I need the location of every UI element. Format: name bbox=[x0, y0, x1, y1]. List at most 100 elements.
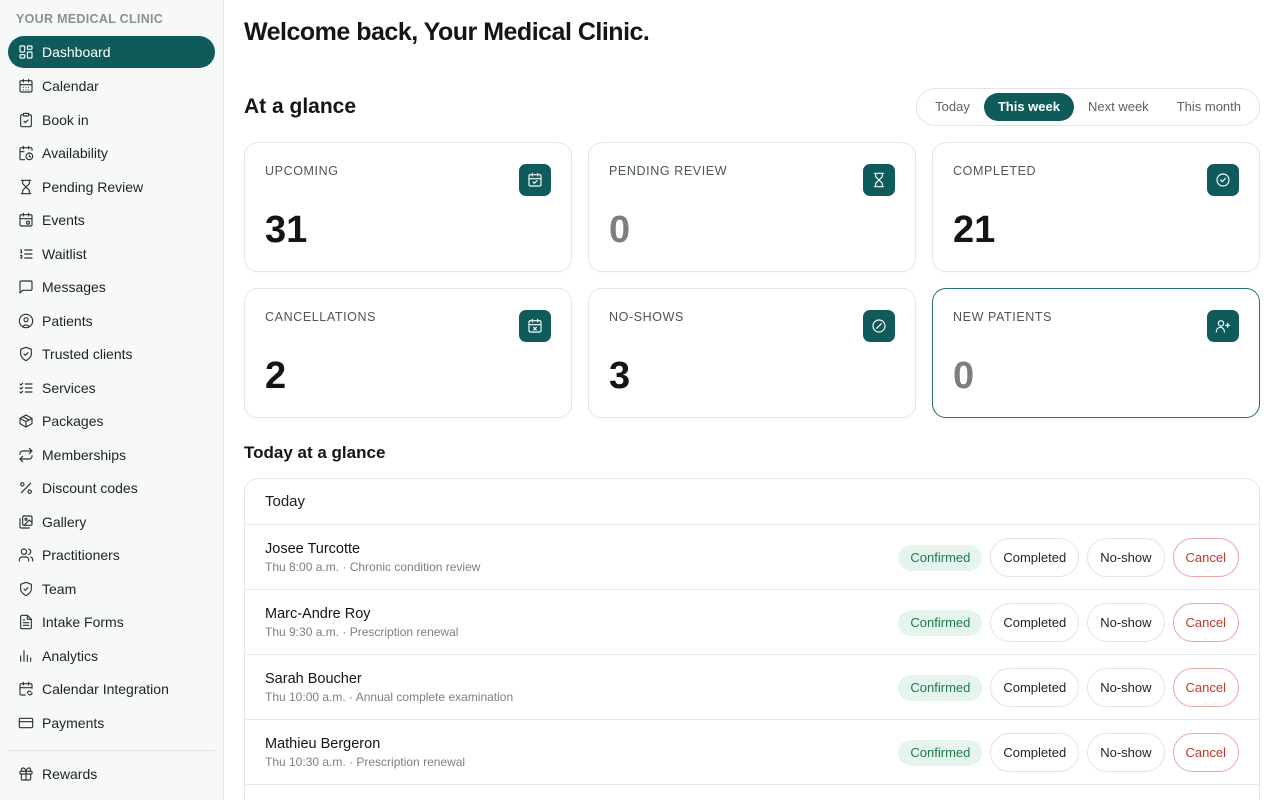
sidebar-item-label: Practitioners bbox=[42, 547, 120, 564]
sidebar-item-availability[interactable]: Availability bbox=[8, 137, 215, 171]
no-show-button[interactable]: No-show bbox=[1087, 668, 1165, 707]
stat-card-value: 0 bbox=[953, 355, 975, 397]
period-this-week[interactable]: This week bbox=[983, 93, 1074, 121]
stat-card-value: 2 bbox=[265, 355, 287, 397]
cancel-button[interactable]: Cancel bbox=[1172, 538, 1239, 577]
stat-card-icon bbox=[863, 310, 895, 342]
sidebar-item-rewards[interactable]: Rewards bbox=[8, 758, 215, 792]
calendar-event-icon bbox=[19, 213, 33, 227]
sidebar-item-label: Intake Forms bbox=[42, 614, 124, 631]
no-show-button[interactable]: No-show bbox=[1087, 603, 1165, 642]
at-a-glance-heading: At a glance bbox=[244, 95, 357, 118]
calendar-x-icon bbox=[528, 318, 542, 333]
stat-card-completed[interactable]: COMPLETED 21 bbox=[932, 142, 1260, 272]
gift-icon bbox=[19, 767, 33, 781]
hourglass-icon bbox=[873, 172, 885, 188]
hourglass-icon bbox=[20, 179, 32, 194]
sidebar-item-analytics[interactable]: Analytics bbox=[8, 639, 215, 673]
patient-name[interactable]: Marc-Andre Roy bbox=[265, 606, 371, 622]
patient-name[interactable]: Mathieu Bergeron bbox=[265, 736, 380, 752]
sidebar-item-dashboard[interactable]: Dashboard bbox=[8, 36, 215, 68]
cancel-button[interactable]: Cancel bbox=[1172, 603, 1239, 642]
sidebar-item-label: Messages bbox=[42, 279, 106, 296]
stat-card-label: NO-SHOWS bbox=[609, 310, 684, 324]
sidebar-item-memberships[interactable]: Memberships bbox=[8, 438, 215, 472]
completed-button[interactable]: Completed bbox=[990, 603, 1080, 642]
sidebar-item-payments[interactable]: Payments bbox=[8, 706, 215, 740]
stat-card-value: 21 bbox=[953, 209, 996, 251]
no-show-button[interactable]: No-show bbox=[1087, 733, 1165, 772]
sidebar-nav: Dashboard Calendar Book in Availability Pend… bbox=[0, 36, 223, 740]
table-row: Mathieu Bergeron Thu 10:30 a.m. · Prescri… bbox=[245, 720, 1259, 785]
sidebar-item-label: Memberships bbox=[42, 446, 127, 463]
sidebar-item-patients[interactable]: Patients bbox=[8, 304, 215, 338]
sidebar-item-trusted-clients[interactable]: Trusted clients bbox=[8, 338, 215, 372]
table-row: Marc-Andre Roy Thu 9:30 a.m. · Prescripti… bbox=[245, 590, 1259, 655]
sidebar-item-messages[interactable]: Messages bbox=[8, 271, 215, 305]
sidebar-item-packages[interactable]: Packages bbox=[8, 405, 215, 439]
period-next-week[interactable]: Next week bbox=[1074, 93, 1163, 121]
sidebar-item-label: Analytics bbox=[42, 647, 99, 664]
sidebar-item-events[interactable]: Events bbox=[8, 204, 215, 238]
cancel-button[interactable]: Cancel bbox=[1172, 668, 1239, 707]
sidebar-item-label: Waitlist bbox=[42, 245, 87, 262]
stat-card-icon bbox=[519, 164, 551, 196]
appointment-detail: Thu 10:00 a.m. · Annual complete examina… bbox=[265, 690, 514, 704]
appointment-detail: Thu 10:30 a.m. · Prescription renewal bbox=[265, 755, 466, 769]
user-circle-icon bbox=[18, 313, 34, 328]
bar-chart-icon bbox=[20, 649, 32, 662]
stat-card-pending-review[interactable]: PENDING REVIEW 0 bbox=[588, 142, 916, 272]
patient-name[interactable]: Josee Turcotte bbox=[265, 541, 360, 557]
sidebar-item-book-in[interactable]: Book in bbox=[8, 103, 215, 137]
stat-card-cancellations[interactable]: CANCELLATIONS 2 bbox=[244, 288, 572, 418]
stat-card-new-patients[interactable]: NEW PATIENTS 0 bbox=[932, 288, 1260, 418]
sidebar-divider bbox=[8, 749, 215, 751]
period-this-month[interactable]: This month bbox=[1163, 93, 1255, 121]
sidebar-item-pending-review[interactable]: Pending Review bbox=[8, 170, 215, 204]
package-icon bbox=[19, 414, 33, 428]
cancel-button[interactable]: Cancel bbox=[1172, 733, 1239, 772]
today-heading: Today at a glance bbox=[244, 443, 386, 462]
sidebar-item-practitioners[interactable]: Practitioners bbox=[8, 539, 215, 573]
user-plus-icon bbox=[1215, 320, 1231, 333]
row-actions: Confirmed Completed No-show Cancel bbox=[898, 668, 1239, 707]
calendar-sync-icon bbox=[19, 682, 33, 696]
org-name: YOUR MEDICAL CLINIC bbox=[16, 12, 164, 26]
sidebar-item-team[interactable]: Team bbox=[8, 572, 215, 606]
sidebar-item-calendar[interactable]: Calendar bbox=[8, 70, 215, 104]
stat-card-no-shows[interactable]: NO-SHOWS 3 bbox=[588, 288, 916, 418]
sidebar-item-waitlist[interactable]: Waitlist bbox=[8, 237, 215, 271]
sidebar-item-intake-forms[interactable]: Intake Forms bbox=[8, 606, 215, 640]
percent-icon bbox=[20, 482, 32, 495]
calendar-clock-icon bbox=[19, 146, 34, 161]
stat-card-label: CANCELLATIONS bbox=[265, 310, 377, 324]
period-today[interactable]: Today bbox=[921, 93, 984, 121]
users-icon bbox=[18, 548, 34, 562]
stat-card-value: 0 bbox=[609, 209, 631, 251]
patient-name[interactable]: Sarah Boucher bbox=[265, 671, 362, 687]
table-row: Sarah Boucher Thu 10:00 a.m. · Annual com… bbox=[245, 655, 1259, 720]
row-actions: Confirmed Completed No-show Cancel bbox=[898, 603, 1239, 642]
sidebar-item-services[interactable]: Services bbox=[8, 371, 215, 405]
completed-button[interactable]: Completed bbox=[990, 733, 1080, 772]
stat-card-upcoming[interactable]: UPCOMING 31 bbox=[244, 142, 572, 272]
completed-button[interactable]: Completed bbox=[990, 538, 1080, 577]
row-actions: Confirmed Completed No-show Cancel bbox=[898, 733, 1239, 772]
sidebar: YOUR MEDICAL CLINIC Dashboard Calendar Boo… bbox=[0, 0, 224, 800]
no-show-button[interactable]: No-show bbox=[1087, 538, 1165, 577]
check-circle-icon bbox=[1216, 173, 1230, 187]
stat-card-label: COMPLETED bbox=[953, 164, 1037, 178]
sidebar-item-gallery[interactable]: Gallery bbox=[8, 505, 215, 539]
sidebar-item-label: Trusted clients bbox=[42, 346, 133, 363]
message-icon bbox=[19, 280, 33, 294]
sidebar-item-discount-codes[interactable]: Discount codes bbox=[8, 472, 215, 506]
stat-card-value: 3 bbox=[609, 355, 631, 397]
sidebar-item-label: Calendar bbox=[42, 78, 99, 95]
appointment-rows: Josee Turcotte Thu 8:00 a.m. · Chronic co… bbox=[245, 525, 1259, 785]
sidebar-item-calendar-integration[interactable]: Calendar Integration bbox=[8, 673, 215, 707]
images-icon bbox=[19, 515, 33, 529]
completed-button[interactable]: Completed bbox=[990, 668, 1080, 707]
sidebar-item-label: Payments bbox=[42, 714, 105, 731]
sidebar-item-label: Discount codes bbox=[42, 480, 138, 497]
table-row: Josee Turcotte Thu 8:00 a.m. · Chronic co… bbox=[245, 525, 1259, 590]
